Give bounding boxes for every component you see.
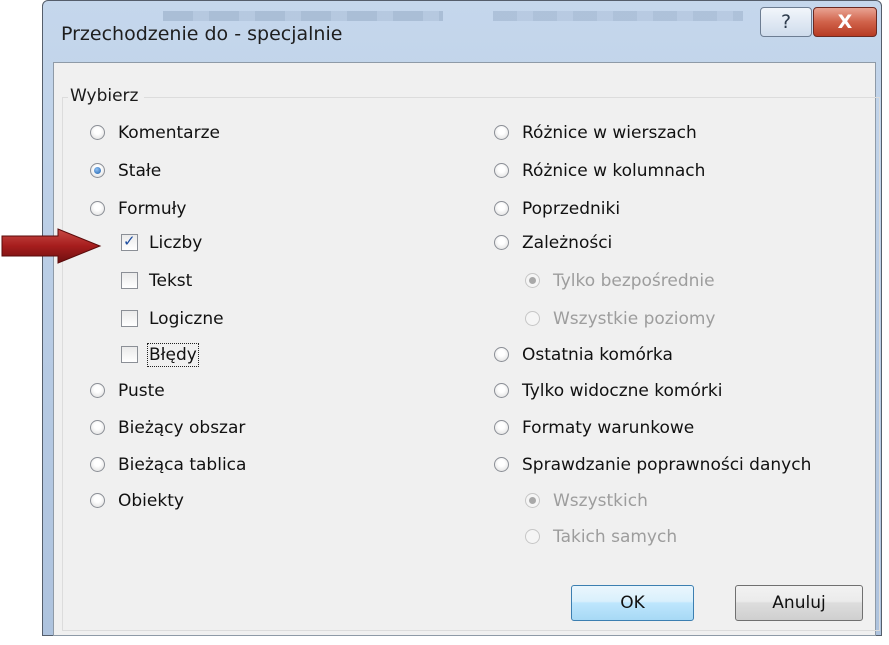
option-label: Różnice w kolumnach [522,161,706,181]
dialog-title: Przechodzenie do - specjalnie [61,23,343,45]
radio-icon [494,163,509,178]
background-blurred-text [493,11,743,21]
option-label: Liczby [149,233,203,253]
ok-button[interactable]: OK [571,585,694,621]
checkbox-icon [121,310,138,327]
radio-icon [90,163,105,178]
option-label: Poprzedniki [522,199,621,219]
option-label: Formaty warunkowe [522,418,695,438]
option-label: Sprawdzanie poprawności danych [522,455,812,475]
checkbox-icon [121,346,138,363]
close-icon: X [837,11,853,33]
option-label: Tekst [149,271,193,291]
radio-icon [90,201,105,216]
cancel-button[interactable]: Anuluj [735,585,863,621]
option-label: Obiekty [118,491,184,511]
option-label: Komentarze [118,123,220,143]
radio-icon [494,125,509,140]
option-label: Bieżąca tablica [118,455,247,475]
checkbox-icon: ✓ [121,232,138,251]
option-label: Puste [118,381,165,401]
radio-icon [90,420,105,435]
radio-icon [494,347,509,362]
option-label: Różnice w wierszach [522,123,697,143]
radio-icon [525,273,540,288]
radio-icon [494,235,509,250]
radio-icon [525,493,540,508]
radio-icon [494,383,509,398]
radio-icon [90,493,105,508]
option-label: Formuły [118,199,187,219]
option-label: Bieżący obszar [118,418,246,438]
right-arrow-icon [1,228,102,264]
option-label: Stałe [118,161,162,181]
radio-icon [494,457,509,472]
radio-icon [90,457,105,472]
option-label: Wszystkich [553,491,648,511]
checkmark-icon: ✓ [123,232,136,250]
option-label: Ostatnia komórka [522,345,673,365]
radio-icon [494,420,509,435]
help-icon: ? [780,11,792,33]
option-label: Takich samych [553,527,678,547]
close-button[interactable]: X [813,7,877,37]
checkbox-icon [121,272,138,289]
option-label: Tylko widoczne komórki [522,381,723,401]
help-button[interactable]: ? [760,7,812,37]
radio-icon [525,529,540,544]
option-label: Wszystkie poziomy [553,309,716,329]
radio-icon [90,125,105,140]
option-label: Logiczne [149,309,224,329]
option-label: Błędy [147,343,199,367]
option-label: Zależności [522,233,613,253]
radio-icon [494,201,509,216]
groupbox-label: Wybierz [68,86,145,106]
option-label: Tylko bezpośrednie [553,271,715,291]
radio-icon [90,383,105,398]
radio-icon [525,311,540,326]
background-blurred-text [163,11,443,21]
